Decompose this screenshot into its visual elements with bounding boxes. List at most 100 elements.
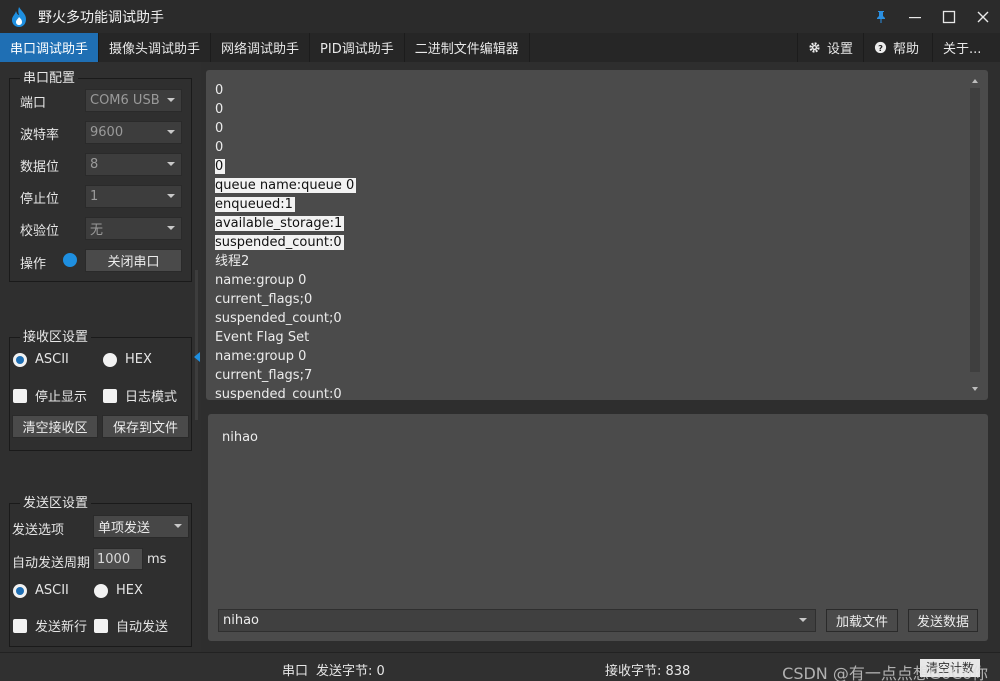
auto-send-checkbox[interactable]: 自动发送 [94,616,168,635]
receive-line-text: name:group 0 [215,349,307,364]
send-area[interactable]: nihao nihao 加载文件 发送数据 [208,414,988,641]
databits-label: 数据位 [20,160,60,175]
recv-ascii-label: ASCII [35,352,69,367]
receive-line-text: current_flags;7 [215,368,313,383]
auto-period-label: 自动发送周期 [12,556,91,571]
receive-line-text: available_storage:1 [215,216,345,231]
log-mode-checkbox[interactable]: 日志模式 [103,386,177,405]
help-icon: ? [874,41,887,54]
receive-scrollbar[interactable] [970,88,980,372]
receive-line: enqueued:1 [215,195,356,214]
send-history-value: nihao [223,613,260,628]
port-status-indicator [63,253,77,267]
receive-line: Event Flag Set [215,328,356,347]
panel-splitter[interactable] [195,270,198,420]
receive-line: suspended_count:0 [215,385,356,400]
scroll-up-icon[interactable] [972,79,978,83]
chevron-down-icon [174,524,182,528]
status-port-label: 串口 [282,664,309,679]
collapse-arrow-icon[interactable] [194,352,200,362]
baud-select[interactable]: 9600 [85,121,182,144]
auto-send-label: 自动发送 [116,620,169,635]
send-settings-title: 发送区设置 [20,496,92,511]
receive-line: suspended_count:0 [215,233,356,252]
parity-select[interactable]: 无 [85,217,182,240]
clear-receive-button[interactable]: 清空接收区 [12,415,98,438]
receive-line-text: suspended_count:0 [215,387,342,400]
chevron-down-icon [167,98,175,102]
chevron-down-icon [167,130,175,134]
about-button[interactable]: 关于... [932,33,1000,62]
pin-button[interactable] [864,0,898,33]
auto-period-input[interactable]: 1000 [93,548,143,570]
minimize-icon [909,16,921,18]
recv-ascii-radio[interactable]: ASCII [13,352,69,367]
send-text[interactable]: nihao [222,430,258,445]
send-ascii-radio[interactable]: ASCII [13,583,69,598]
baud-value: 9600 [90,125,124,140]
close-button[interactable] [966,0,1000,33]
receive-line: 0 [215,100,356,119]
send-option-value: 单项发送 [98,521,151,536]
minimize-button[interactable] [898,0,932,33]
databits-value: 8 [90,157,99,172]
send-history-select[interactable]: nihao [218,609,816,632]
load-file-button[interactable]: 加载文件 [826,609,898,632]
stopbits-value: 1 [90,189,99,204]
maximize-button[interactable] [932,0,966,33]
receive-line-text: 0 [215,83,224,98]
receive-line-text: current_flags;0 [215,292,313,307]
port-select[interactable]: COM6 USB [85,89,182,112]
status-bar: 串口 发送字节: 0 接收字节: 838 清空计数 CSDN @有一点点想GoC… [0,652,1000,681]
receive-line: current_flags;0 [215,290,356,309]
stopbits-select[interactable]: 1 [85,185,182,208]
period-unit: ms [147,552,167,567]
send-data-button[interactable]: 发送数据 [908,609,978,632]
receive-line-text: 0 [215,140,224,155]
send-option-select[interactable]: 单项发送 [93,515,189,538]
receive-text: 0 0 0 0 0 queue name:queue 0 enqueued:1 availab… [215,81,357,400]
scroll-down-icon[interactable] [972,387,978,391]
port-value: COM6 USB [90,93,160,108]
receive-line-text: 0 [215,159,226,174]
chevron-down-icon [167,194,175,198]
tab-network[interactable]: 网络调试助手 [211,33,311,62]
send-newline-label: 发送新行 [35,620,88,635]
databits-select[interactable]: 8 [85,153,182,176]
close-port-button[interactable]: 关闭串口 [85,249,182,272]
settings-button[interactable]: 设置 [797,33,863,62]
send-hex-radio[interactable]: HEX [94,583,143,598]
tab-serial[interactable]: 串口调试助手 [0,33,100,62]
settings-label: 设置 [827,42,854,57]
window-title: 野火多功能调试助手 [38,9,164,26]
stop-display-checkbox[interactable]: 停止显示 [13,386,87,405]
receive-line-text: name:group 0 [215,273,307,288]
receive-line: 0 [215,138,356,157]
receive-line-text: enqueued:1 [215,197,295,212]
tab-binary-editor[interactable]: 二进制文件编辑器 [405,33,530,62]
help-button[interactable]: ? 帮助 [863,33,932,62]
maximize-icon [942,10,956,23]
send-newline-checkbox[interactable]: 发送新行 [13,616,87,635]
receive-line-text: 0 [215,102,224,117]
svg-text:?: ? [878,43,883,53]
parity-label: 校验位 [20,224,60,239]
port-label: 端口 [20,96,47,111]
receive-line: name:group 0 [215,347,356,366]
receive-line-text: 线程2 [215,254,250,269]
receive-line-text: suspended_count;0 [215,311,342,326]
title-bar: 野火多功能调试助手 [0,0,1000,33]
log-mode-label: 日志模式 [125,390,178,405]
tab-pid[interactable]: PID调试助手 [310,33,405,62]
received-bytes: 接收字节: 838 [605,664,691,679]
left-panel: 串口配置 端口 COM6 USB 波特率 9600 数据位 8 停止位 1 校验… [0,62,201,652]
watermark: CSDN @有一点点想GoCo你 [782,664,988,681]
receive-line: queue name:queue 0 [215,176,357,195]
save-to-file-button[interactable]: 保存到文件 [102,415,189,438]
tab-camera[interactable]: 摄像头调试助手 [99,33,212,62]
recv-hex-radio[interactable]: HEX [103,352,152,367]
receive-settings-title: 接收区设置 [20,330,92,345]
stopbits-label: 停止位 [20,192,60,207]
sent-bytes: 发送字节: 0 [316,664,385,679]
receive-area[interactable]: 0 0 0 0 0 queue name:queue 0 enqueued:1 availab… [206,70,988,400]
